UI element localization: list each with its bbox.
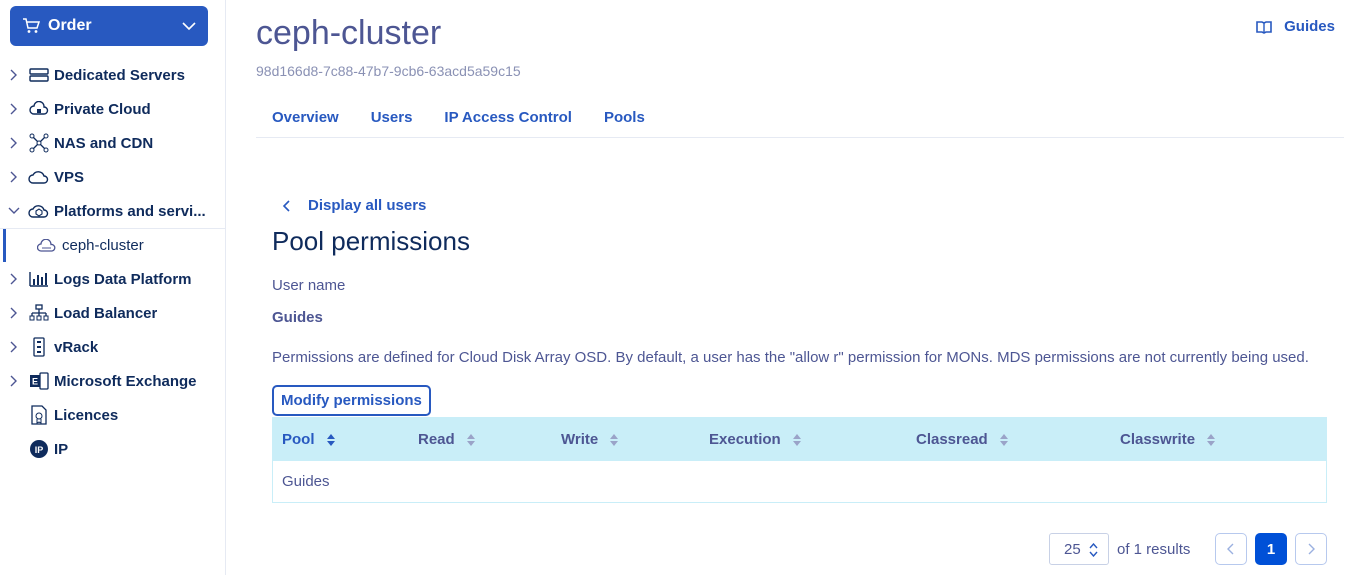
- previous-page-button[interactable]: [1215, 533, 1247, 565]
- sidebar-item-label: Licences: [54, 406, 119, 424]
- back-label: Display all users: [308, 197, 427, 214]
- column-header-pool[interactable]: Pool: [282, 418, 335, 461]
- sort-icon: [999, 433, 1008, 446]
- table-cell-pool: Guides: [282, 473, 330, 490]
- ip-icon: IP: [28, 439, 50, 459]
- sidebar-item-label: Load Balancer: [54, 304, 158, 322]
- sidebar-item-vrack[interactable]: vRack: [0, 330, 226, 364]
- page-size-value: 25: [1064, 540, 1081, 558]
- licence-icon: [28, 405, 50, 425]
- chevron-right-icon: [8, 273, 20, 285]
- svg-text:E: E: [32, 377, 38, 387]
- sidebar-item-microsoft-exchange[interactable]: E Microsoft Exchange: [0, 364, 226, 398]
- guides-link[interactable]: Guides: [1256, 18, 1335, 35]
- chevron-right-icon: [8, 69, 20, 81]
- chevron-right-icon: [8, 307, 20, 319]
- column-header-read[interactable]: Read: [418, 418, 475, 461]
- chevron-down-icon: [182, 22, 196, 31]
- sidebar-item-label: Platforms and servi...: [54, 202, 206, 220]
- chevron-right-icon: [8, 137, 20, 149]
- sidebar-item-label: Microsoft Exchange: [54, 372, 197, 390]
- sort-icon: [792, 433, 801, 446]
- chevron-right-icon: [8, 103, 20, 115]
- sidebar-item-ceph-cluster[interactable]: ceph-cluster: [0, 228, 226, 262]
- section-heading: Pool permissions: [272, 226, 470, 256]
- cloud-lock-icon: [28, 99, 50, 119]
- tab-bar: Overview Users IP Access Control Pools: [256, 98, 1344, 138]
- sort-icon: [610, 433, 619, 446]
- column-header-write[interactable]: Write: [561, 418, 619, 461]
- sidebar-item-private-cloud[interactable]: Private Cloud: [0, 92, 226, 126]
- page-size-select[interactable]: 25: [1049, 533, 1109, 565]
- svg-text:IP: IP: [35, 445, 44, 455]
- tab-users[interactable]: Users: [371, 98, 413, 137]
- sidebar-item-nas-cdn[interactable]: NAS and CDN: [0, 126, 226, 160]
- column-header-classread[interactable]: Classread: [916, 418, 1008, 461]
- sidebar-item-vps[interactable]: VPS: [0, 160, 226, 194]
- sidebar-item-label: Private Cloud: [54, 100, 151, 118]
- sidebar-nav: Dedicated Servers Private Cloud NAS and …: [0, 58, 226, 466]
- user-name-label: User name: [272, 277, 346, 294]
- chevron-right-icon: [8, 375, 20, 387]
- sidebar-item-licences[interactable]: Licences: [0, 398, 226, 432]
- page-button-current[interactable]: 1: [1255, 533, 1287, 565]
- storage-icon: [36, 236, 58, 256]
- page-title: ceph-cluster: [256, 14, 442, 52]
- sidebar-item-label: vRack: [54, 338, 99, 356]
- sort-icon: [466, 433, 475, 446]
- permissions-description: Permissions are defined for Cloud Disk A…: [272, 349, 1309, 366]
- table-row: Guides: [273, 461, 1326, 502]
- sidebar-item-label: NAS and CDN: [54, 134, 154, 152]
- rack-icon: [28, 337, 50, 357]
- table-header: Pool Read Write Execution Classread Clas…: [273, 418, 1326, 461]
- column-header-execution[interactable]: Execution: [709, 418, 801, 461]
- book-icon: [1256, 20, 1272, 34]
- select-arrows-icon: [1089, 543, 1098, 557]
- chevron-right-icon: [1308, 543, 1315, 555]
- tab-pools[interactable]: Pools: [604, 98, 645, 137]
- modify-permissions-button[interactable]: Modify permissions: [272, 385, 431, 416]
- results-count: of 1 results: [1117, 541, 1191, 558]
- sort-icon: [326, 433, 335, 446]
- cloud-box-icon: [28, 201, 50, 221]
- chevron-down-icon: [8, 205, 20, 217]
- network-icon: [28, 133, 50, 153]
- exchange-icon: E: [28, 371, 50, 391]
- order-label: Order: [48, 17, 92, 34]
- sidebar-item-label: Logs Data Platform: [54, 270, 192, 288]
- sidebar: Order Dedicated Servers Private Cloud NA…: [0, 0, 226, 575]
- back-link[interactable]: Display all users: [282, 197, 426, 214]
- next-page-button[interactable]: [1295, 533, 1327, 565]
- user-name-value: Guides: [272, 309, 323, 326]
- sort-icon: [1207, 433, 1216, 446]
- cloud-icon: [28, 167, 50, 187]
- column-header-classwrite[interactable]: Classwrite: [1120, 418, 1216, 461]
- sidebar-item-label: VPS: [54, 168, 85, 186]
- sidebar-item-label: IP: [54, 440, 69, 458]
- bar-chart-icon: [28, 269, 50, 289]
- load-balancer-icon: [28, 303, 50, 323]
- sidebar-item-logs-data-platform[interactable]: Logs Data Platform: [0, 262, 226, 296]
- service-id: 98d166d8-7c88-47b7-9cb6-63acd5a59c15: [256, 63, 521, 79]
- sidebar-item-dedicated-servers[interactable]: Dedicated Servers: [0, 58, 226, 92]
- pool-permissions-table: Pool Read Write Execution Classread Clas…: [272, 417, 1327, 503]
- chevron-left-icon: [1227, 543, 1234, 555]
- sidebar-item-label: Dedicated Servers: [54, 66, 185, 84]
- server-icon: [28, 65, 50, 85]
- chevron-left-icon: [282, 199, 290, 212]
- sidebar-item-load-balancer[interactable]: Load Balancer: [0, 296, 226, 330]
- tab-ip-access-control[interactable]: IP Access Control: [444, 98, 572, 137]
- cart-icon: [23, 18, 40, 33]
- chevron-right-icon: [8, 341, 20, 353]
- sidebar-item-label: ceph-cluster: [62, 237, 144, 254]
- guides-label: Guides: [1284, 18, 1335, 35]
- sidebar-item-platforms[interactable]: Platforms and servi...: [0, 194, 226, 228]
- tab-overview[interactable]: Overview: [272, 98, 339, 137]
- chevron-right-icon: [8, 171, 20, 183]
- order-button[interactable]: Order: [10, 6, 208, 46]
- sidebar-item-ip[interactable]: IP IP: [0, 432, 226, 466]
